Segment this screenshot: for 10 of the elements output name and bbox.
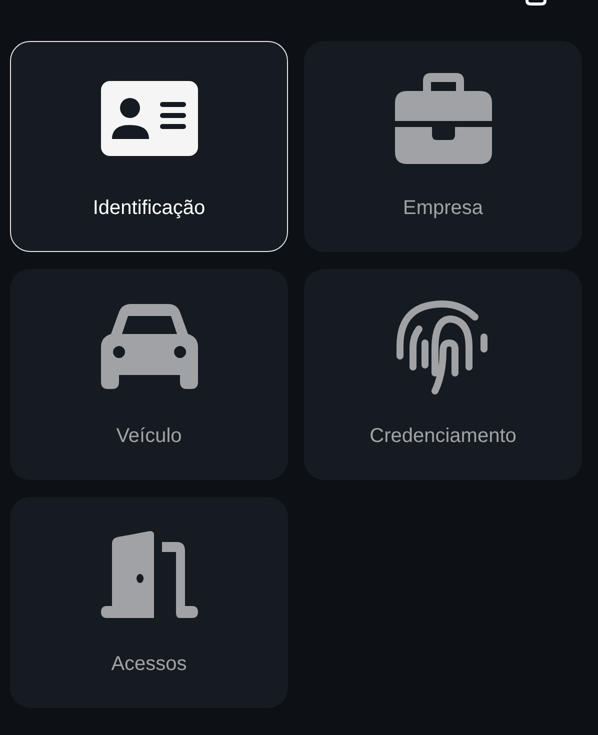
id-card-icon (100, 81, 198, 156)
door-icon (100, 531, 198, 618)
car-icon (100, 304, 198, 389)
menu-tile[interactable]: Veículo (10, 269, 288, 480)
menu-tile[interactable]: Credenciamento (304, 269, 582, 480)
menu-tile[interactable]: Identificação (10, 41, 288, 252)
menu-tile[interactable]: Empresa (304, 41, 582, 252)
menu-tile[interactable]: Acessos (10, 497, 288, 708)
partial-icon[interactable] (525, 0, 547, 6)
briefcase-icon (394, 73, 492, 164)
